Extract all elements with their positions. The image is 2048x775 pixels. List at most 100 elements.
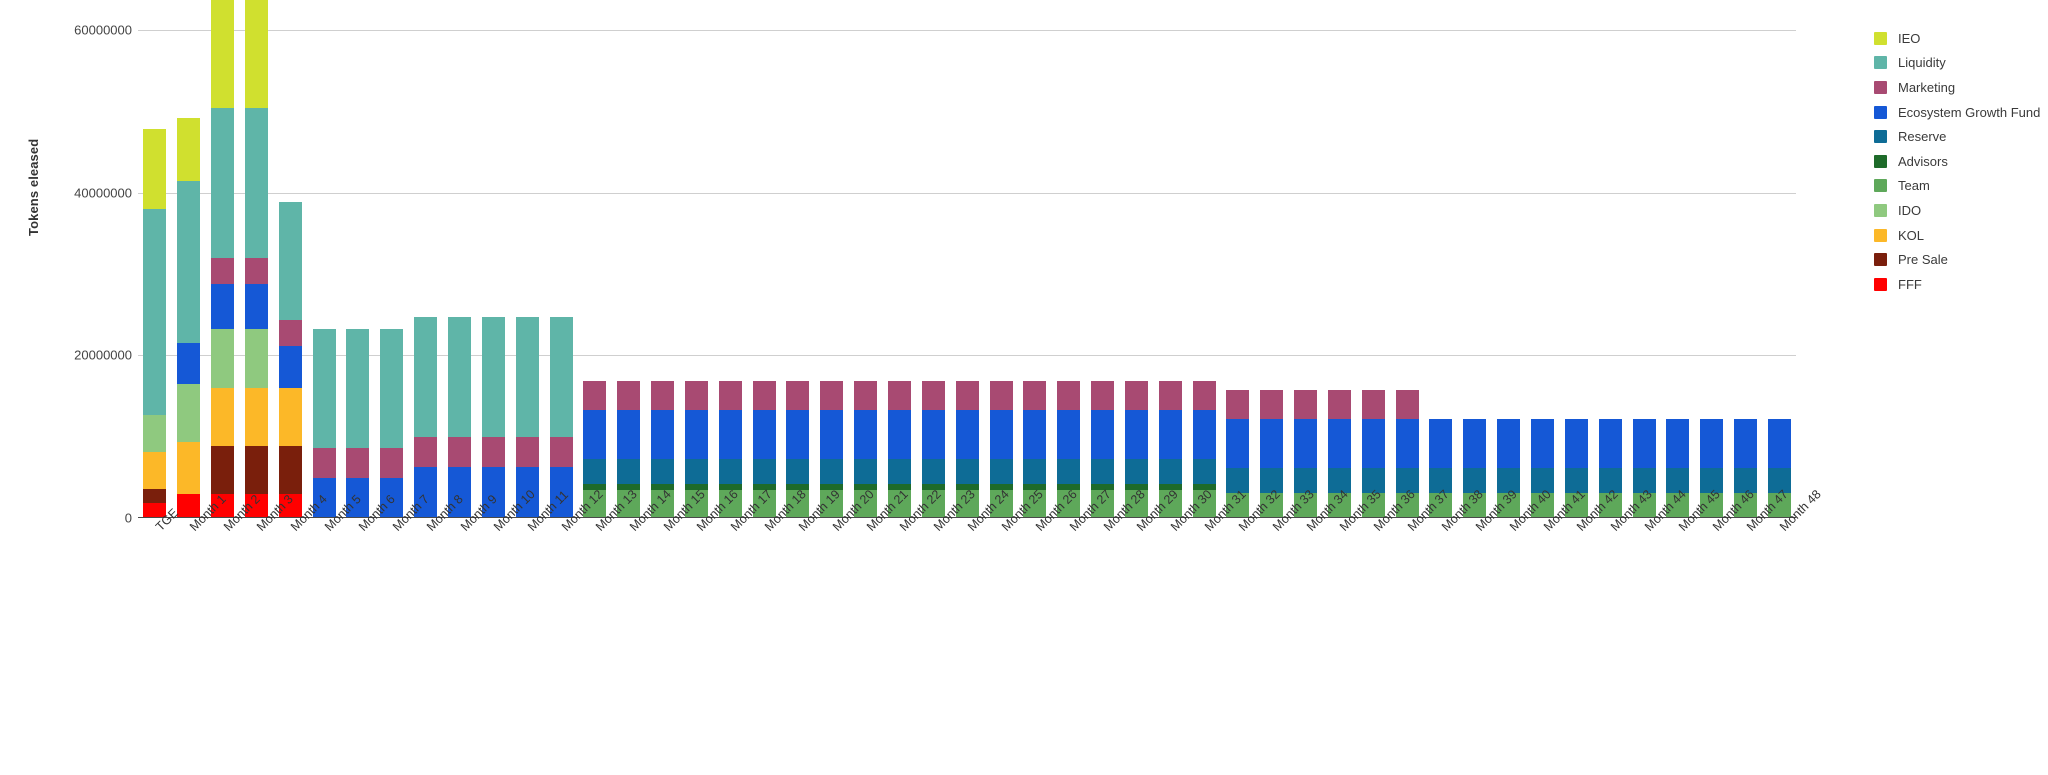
bar-slot[interactable] [984, 30, 1018, 518]
bar-segment[interactable] [1192, 380, 1216, 410]
bar-segment[interactable] [244, 387, 268, 446]
bar-slot[interactable] [1086, 30, 1120, 518]
legend-item[interactable]: Liquidity [1874, 51, 2040, 76]
bar-slot[interactable] [1763, 30, 1797, 518]
bar-slot[interactable] [1627, 30, 1661, 518]
bar-segment[interactable] [143, 208, 167, 415]
bar-segment[interactable] [1497, 418, 1521, 468]
bar-segment[interactable] [515, 436, 539, 467]
bar-slot[interactable] [1559, 30, 1593, 518]
bar-segment[interactable] [1564, 418, 1588, 468]
bar-segment[interactable] [1091, 409, 1115, 459]
stacked-bar[interactable] [278, 202, 302, 518]
bar-segment[interactable] [1700, 418, 1724, 468]
bar-segment[interactable] [684, 458, 708, 484]
stacked-bar[interactable] [380, 328, 404, 518]
bar-slot[interactable] [1289, 30, 1323, 518]
bar-segment[interactable] [211, 0, 235, 109]
bar-segment[interactable] [1091, 458, 1115, 484]
bar-slot[interactable] [443, 30, 477, 518]
bar-segment[interactable] [684, 409, 708, 459]
bar-slot[interactable] [713, 30, 747, 518]
bar-slot[interactable] [409, 30, 443, 518]
legend-item[interactable]: IEO [1874, 26, 2040, 51]
stacked-bar[interactable] [414, 317, 438, 518]
stacked-bar[interactable] [481, 317, 505, 518]
bar-segment[interactable] [278, 387, 302, 446]
bar-segment[interactable] [1666, 418, 1690, 468]
legend-item[interactable]: KOL [1874, 223, 2040, 248]
bar-segment[interactable] [583, 458, 607, 484]
bar-segment[interactable] [955, 380, 979, 410]
bar-segment[interactable] [1023, 380, 1047, 410]
bar-segment[interactable] [854, 458, 878, 484]
bar-slot[interactable] [1187, 30, 1221, 518]
bar-segment[interactable] [1091, 380, 1115, 410]
legend-item[interactable]: Advisors [1874, 149, 2040, 174]
bar-slot[interactable] [273, 30, 307, 518]
bar-segment[interactable] [1023, 409, 1047, 459]
bar-segment[interactable] [1158, 380, 1182, 410]
bar-segment[interactable] [1124, 380, 1148, 410]
stacked-bar[interactable] [244, 0, 268, 518]
bar-segment[interactable] [1192, 458, 1216, 484]
bar-segment[interactable] [786, 409, 810, 459]
bar-segment[interactable] [1767, 418, 1791, 468]
bar-segment[interactable] [380, 328, 404, 449]
bar-segment[interactable] [989, 409, 1013, 459]
stacked-bar[interactable] [143, 129, 167, 518]
bar-slot[interactable] [781, 30, 815, 518]
stacked-bar[interactable] [448, 317, 472, 518]
bar-segment[interactable] [752, 409, 776, 459]
bar-segment[interactable] [617, 458, 641, 484]
bar-slot[interactable] [815, 30, 849, 518]
bar-segment[interactable] [1598, 418, 1622, 468]
bar-segment[interactable] [549, 436, 573, 467]
bar-segment[interactable] [481, 317, 505, 437]
bar-segment[interactable] [1057, 458, 1081, 484]
bar-segment[interactable] [1023, 458, 1047, 484]
bar-segment[interactable] [211, 283, 235, 330]
bar-segment[interactable] [887, 458, 911, 484]
bar-segment[interactable] [143, 129, 167, 209]
bar-slot[interactable] [1018, 30, 1052, 518]
bar-slot[interactable] [1526, 30, 1560, 518]
bar-segment[interactable] [177, 383, 201, 443]
bar-segment[interactable] [177, 442, 201, 494]
bar-segment[interactable] [921, 380, 945, 410]
bar-segment[interactable] [211, 329, 235, 388]
bar-slot[interactable] [1255, 30, 1289, 518]
bar-segment[interactable] [887, 409, 911, 459]
bar-segment[interactable] [1463, 418, 1487, 468]
bar-slot[interactable] [307, 30, 341, 518]
bar-segment[interactable] [312, 448, 336, 479]
bar-segment[interactable] [617, 409, 641, 459]
stacked-bar[interactable] [211, 0, 235, 518]
bar-segment[interactable] [1260, 418, 1284, 468]
bar-segment[interactable] [380, 448, 404, 479]
bar-segment[interactable] [177, 343, 201, 384]
bar-segment[interactable] [211, 387, 235, 446]
bar-segment[interactable] [955, 409, 979, 459]
bar-segment[interactable] [989, 380, 1013, 410]
bar-slot[interactable] [1424, 30, 1458, 518]
bar-segment[interactable] [1226, 418, 1250, 468]
bar-slot[interactable] [849, 30, 883, 518]
bar-segment[interactable] [989, 458, 1013, 484]
bar-segment[interactable] [346, 328, 370, 449]
bar-slot[interactable] [1593, 30, 1627, 518]
bar-segment[interactable] [346, 448, 370, 479]
bar-segment[interactable] [752, 380, 776, 410]
bar-segment[interactable] [1361, 389, 1385, 419]
bar-segment[interactable] [718, 409, 742, 459]
bar-segment[interactable] [752, 458, 776, 484]
bar-segment[interactable] [1361, 418, 1385, 468]
bar-segment[interactable] [583, 380, 607, 410]
bar-slot[interactable] [1356, 30, 1390, 518]
bar-slot[interactable] [1119, 30, 1153, 518]
bar-segment[interactable] [718, 380, 742, 410]
bar-slot[interactable] [138, 30, 172, 518]
bar-segment[interactable] [651, 409, 675, 459]
bar-segment[interactable] [820, 409, 844, 459]
stacked-bar[interactable] [346, 328, 370, 518]
